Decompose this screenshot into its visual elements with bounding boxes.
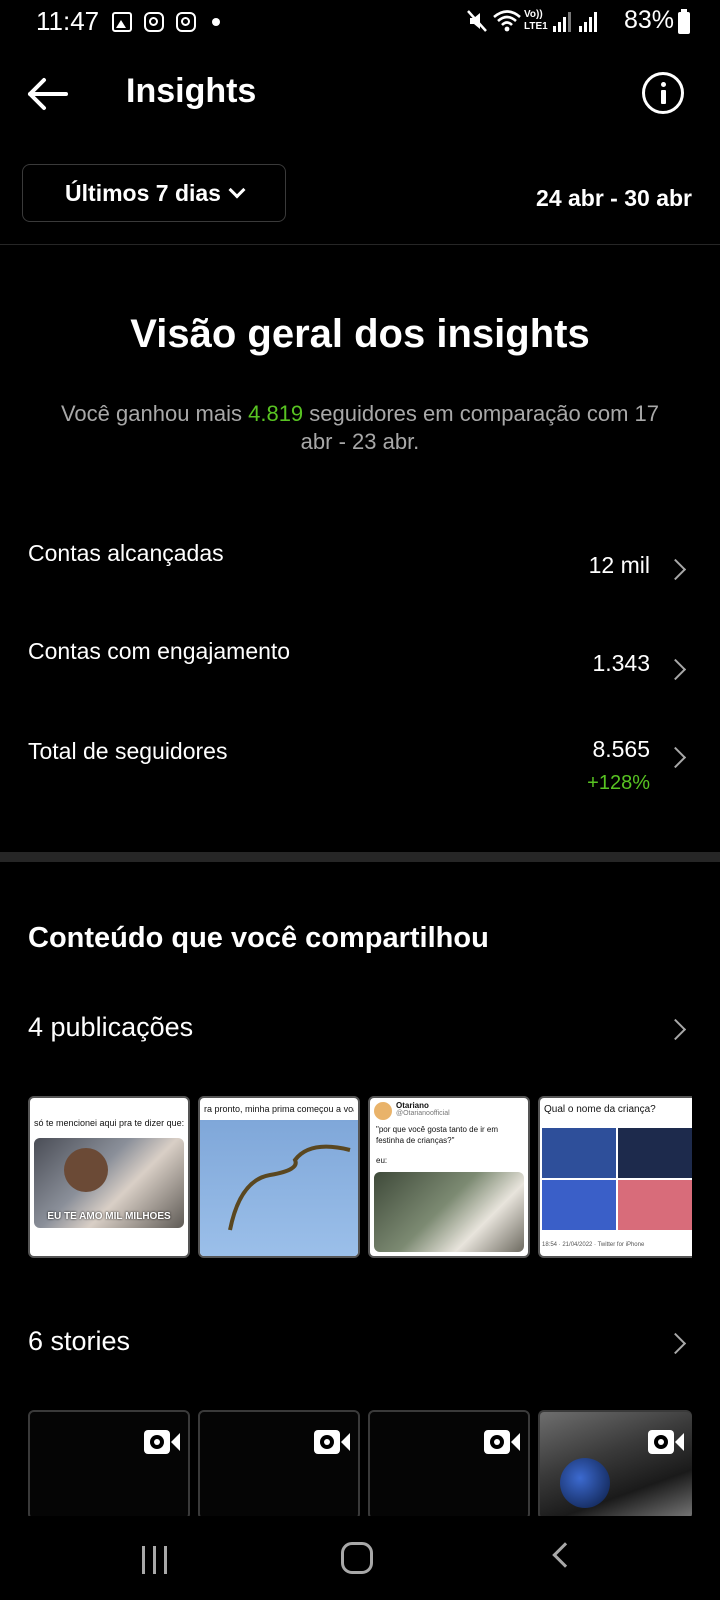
- info-icon[interactable]: [642, 72, 684, 114]
- gallery-notification-icon: [112, 12, 132, 32]
- status-bar: 11:47 Vo)) LTE1 83%: [0, 0, 720, 46]
- metric-label: Contas alcançadas: [28, 540, 224, 566]
- metric-value: 1.343: [592, 650, 650, 676]
- post-photo-panel: [542, 1128, 616, 1178]
- metric-value: 8.565: [592, 736, 650, 762]
- metric-delta: +128%: [587, 772, 650, 794]
- post-thumbnail[interactable]: Qual o nome da criança? 18:54 · 21/04/20…: [538, 1096, 692, 1258]
- post-photo: EU TE AMO MIL MILHOES: [34, 1138, 184, 1228]
- video-camera-icon: [144, 1430, 180, 1454]
- story-thumbnail[interactable]: [198, 1410, 360, 1520]
- overview-subtitle-post: seguidores em comparação com 17 abr - 23…: [300, 401, 660, 454]
- author-name: Otariano: [396, 1101, 429, 1110]
- video-camera-icon: [648, 1430, 684, 1454]
- battery-icon: [678, 9, 690, 34]
- status-time: 11:47: [36, 6, 100, 36]
- system-navigation-bar: [0, 1516, 720, 1600]
- metric-row-total-followers[interactable]: Total de seguidores 8.565 +128%: [0, 728, 720, 808]
- mute-icon: [467, 10, 487, 32]
- post-caption: só te mencionei aqui pra te dizer que:: [34, 1118, 184, 1128]
- post-thumbnail[interactable]: Otariano @Otarianoofficial "por que você…: [368, 1096, 530, 1258]
- instagram-notification-icon: [176, 12, 196, 32]
- story-thumbnail[interactable]: [368, 1410, 530, 1520]
- chevron-right-icon: [664, 1018, 687, 1041]
- metric-label: Contas com engajamento: [28, 638, 291, 664]
- post-caption: "por que você gosta tanto de ir em festi…: [376, 1125, 499, 1145]
- post-caption: ra pronto, minha prima começou a voa: [204, 1104, 354, 1114]
- post-thumbnail[interactable]: só te mencionei aqui pra te dizer que: E…: [28, 1096, 190, 1258]
- period-selector-dropdown[interactable]: Últimos 7 dias: [22, 164, 286, 222]
- post-thumbnail[interactable]: ra pronto, minha prima começou a voa: [198, 1096, 360, 1258]
- chevron-right-icon: [664, 1332, 687, 1355]
- stories-count-label: 6 stories: [28, 1326, 131, 1356]
- battery-percent: 83%: [623, 6, 674, 34]
- post-photo: [200, 1120, 358, 1256]
- app-header: Insights: [0, 56, 720, 132]
- home-icon[interactable]: [341, 1542, 373, 1574]
- post-caption-secondary: eu:: [376, 1156, 388, 1165]
- metric-value: 12 mil: [588, 552, 650, 578]
- video-camera-icon: [314, 1430, 350, 1454]
- post-timestamp: 18:54 · 21/04/2022 · Twitter for iPhone: [542, 1242, 645, 1248]
- overview-title: Visão geral dos insights: [130, 312, 590, 356]
- metric-row-accounts-engaged[interactable]: Contas com engajamento 1.343: [0, 628, 720, 708]
- back-arrow-icon[interactable]: [24, 70, 72, 118]
- story-thumbnail[interactable]: [538, 1410, 692, 1520]
- wifi-icon: [493, 10, 521, 32]
- metric-row-accounts-reached[interactable]: Contas alcançadas 12 mil: [0, 530, 720, 610]
- signal-strength-icon: [579, 12, 597, 32]
- stories-row[interactable]: 6 stories: [0, 1318, 720, 1378]
- system-back-icon[interactable]: [552, 1542, 578, 1568]
- page-title: Insights: [126, 72, 257, 110]
- posts-count-label: 4 publicações: [28, 1012, 194, 1042]
- chevron-right-icon: [664, 746, 687, 769]
- story-thumbnail[interactable]: [28, 1410, 190, 1520]
- post-photo-panel: [618, 1128, 692, 1178]
- posts-row[interactable]: 4 publicações: [0, 1004, 720, 1064]
- section-divider: [0, 852, 720, 862]
- post-photo-subject: [64, 1148, 108, 1192]
- content-section-title: Conteúdo que você compartilhou: [28, 922, 489, 954]
- chevron-right-icon: [664, 558, 687, 581]
- post-caption: Qual o nome da criança?: [544, 1104, 656, 1115]
- recent-apps-icon[interactable]: [140, 1546, 170, 1574]
- author-handle: @Otarianoofficial: [396, 1110, 450, 1117]
- post-photo-panel: [618, 1180, 692, 1230]
- snake-illustration: [228, 1144, 351, 1231]
- overview-subtitle-pre: Você ganhou mais: [60, 401, 249, 426]
- post-photo: [374, 1172, 524, 1252]
- author-avatar: [374, 1102, 392, 1120]
- chevron-right-icon: [664, 658, 687, 681]
- post-meme-text: EU TE AMO MIL MILHOES: [47, 1211, 171, 1222]
- post-photo-panel: [542, 1180, 616, 1230]
- date-range: 24 abr - 30 abr: [536, 185, 692, 211]
- more-notifications-dot-icon: [212, 18, 220, 26]
- lte-label: LTE1: [524, 21, 548, 32]
- signal-strength-icon: [553, 12, 571, 32]
- divider: [0, 244, 720, 245]
- instagram-notification-icon: [144, 12, 164, 32]
- follower-gain-value: 4.819: [248, 401, 304, 426]
- video-camera-icon: [484, 1430, 520, 1454]
- metric-label: Total de seguidores: [28, 738, 228, 764]
- chevron-down-icon: [228, 181, 246, 199]
- volte-label: Vo)): [524, 9, 543, 20]
- overview-subtitle: Você ganhou mais 4.819 seguidores em com…: [60, 400, 660, 456]
- story-photo-detail: [560, 1458, 610, 1508]
- period-selector-label: Últimos 7 dias: [65, 179, 221, 206]
